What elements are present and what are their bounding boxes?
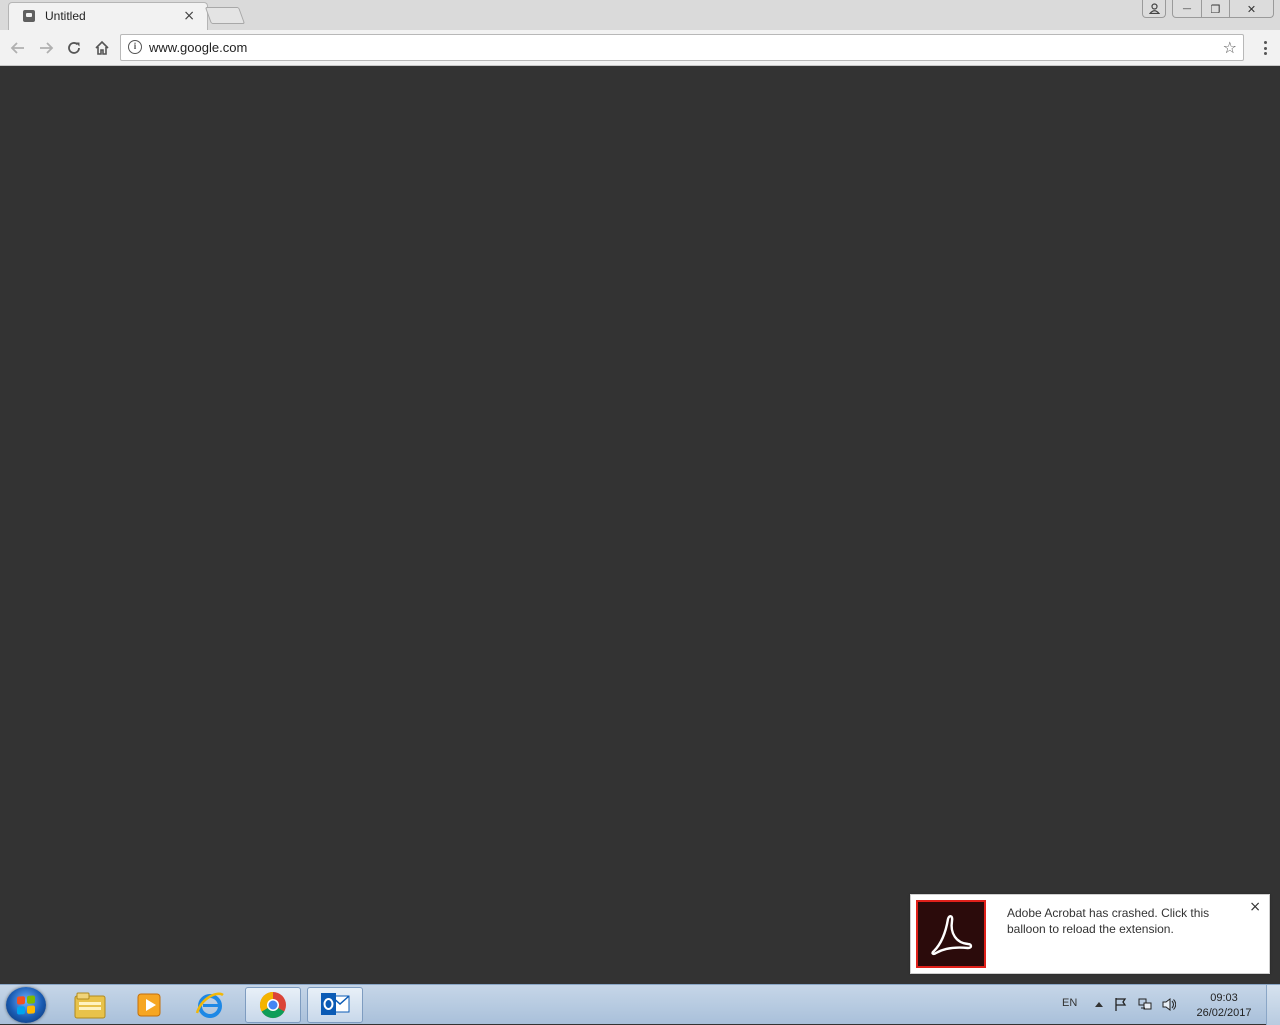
acrobat-logo-icon: [931, 915, 973, 956]
taskbar-internet-explorer[interactable]: [182, 987, 238, 1023]
start-button[interactable]: [6, 987, 46, 1023]
windows-explorer-icon: [74, 992, 106, 1019]
back-button[interactable]: [8, 38, 28, 58]
crash-notification-balloon[interactable]: Adobe Acrobat has crashed. Click this ba…: [910, 894, 1270, 974]
clock-time: 09:03: [1210, 992, 1238, 1004]
input-language[interactable]: EN: [1062, 997, 1077, 1009]
minimize-icon: —: [1182, 4, 1192, 14]
caption-buttons: — ❐ ✕: [1172, 0, 1274, 18]
volume-icon[interactable]: [1162, 997, 1176, 1011]
profile-button[interactable]: [1142, 0, 1166, 18]
tab-title: Untitled: [45, 9, 86, 23]
home-button[interactable]: [92, 38, 112, 58]
close-window-button[interactable]: ✕: [1229, 0, 1273, 17]
system-clock[interactable]: 09:03 26/02/2017: [1192, 991, 1256, 1021]
page-content: [0, 66, 1280, 984]
notification-message: Adobe Acrobat has crashed. Click this ba…: [1007, 906, 1210, 936]
menu-dot: [1263, 41, 1267, 44]
menu-dot: [1263, 52, 1267, 55]
restore-icon: ❐: [1210, 2, 1221, 16]
new-tab-button[interactable]: [204, 7, 246, 24]
show-desktop-button[interactable]: [1266, 985, 1280, 1025]
address-url[interactable]: www.google.com: [149, 40, 247, 55]
notification-close-icon[interactable]: ×: [1249, 899, 1261, 915]
address-bar[interactable]: i www.google.com ☆: [120, 34, 1244, 61]
reload-icon: [68, 42, 80, 54]
user-icon: [1148, 3, 1160, 14]
bookmark-star-icon[interactable]: ☆: [1223, 38, 1237, 57]
taskbar-media-player[interactable]: [122, 987, 178, 1023]
restore-button[interactable]: ❐: [1201, 0, 1229, 17]
tab-close-icon[interactable]: ×: [183, 7, 195, 25]
clock-date: 26/02/2017: [1196, 1007, 1252, 1019]
chrome-icon: [259, 991, 286, 1019]
site-info-icon[interactable]: i: [128, 40, 142, 54]
taskbar-outlook[interactable]: [307, 987, 363, 1023]
forward-button[interactable]: [36, 38, 56, 58]
arrow-left-icon: [10, 42, 24, 54]
windows-logo-icon: [17, 995, 35, 1015]
browser-titlebar: Untitled × — ❐ ✕: [0, 0, 1280, 30]
browser-menu-icon[interactable]: [1262, 38, 1268, 58]
windows-taskbar: EN 09:03 26/02/2017: [0, 984, 1280, 1025]
network-icon[interactable]: [1138, 997, 1152, 1011]
outlook-icon: [321, 993, 350, 1015]
action-center-flag-icon[interactable]: [1114, 997, 1128, 1011]
show-hidden-icons-icon[interactable]: [1092, 997, 1106, 1011]
internet-explorer-icon: [195, 992, 224, 1018]
browser-tab[interactable]: Untitled ×: [8, 2, 208, 30]
home-icon: [95, 40, 109, 55]
window-controls: — ❐ ✕: [1142, 0, 1274, 18]
taskbar-explorer[interactable]: [62, 987, 118, 1023]
page-favicon-icon: [23, 10, 35, 22]
minimize-button[interactable]: —: [1173, 0, 1201, 17]
arrow-right-icon: [40, 42, 54, 54]
media-player-icon: [137, 993, 161, 1017]
reload-button[interactable]: [64, 38, 84, 58]
close-icon: ✕: [1246, 2, 1257, 16]
browser-toolbar: i www.google.com ☆: [0, 30, 1280, 66]
adobe-acrobat-icon: [916, 900, 986, 968]
menu-dot: [1263, 46, 1267, 50]
taskbar-chrome[interactable]: [245, 987, 301, 1023]
